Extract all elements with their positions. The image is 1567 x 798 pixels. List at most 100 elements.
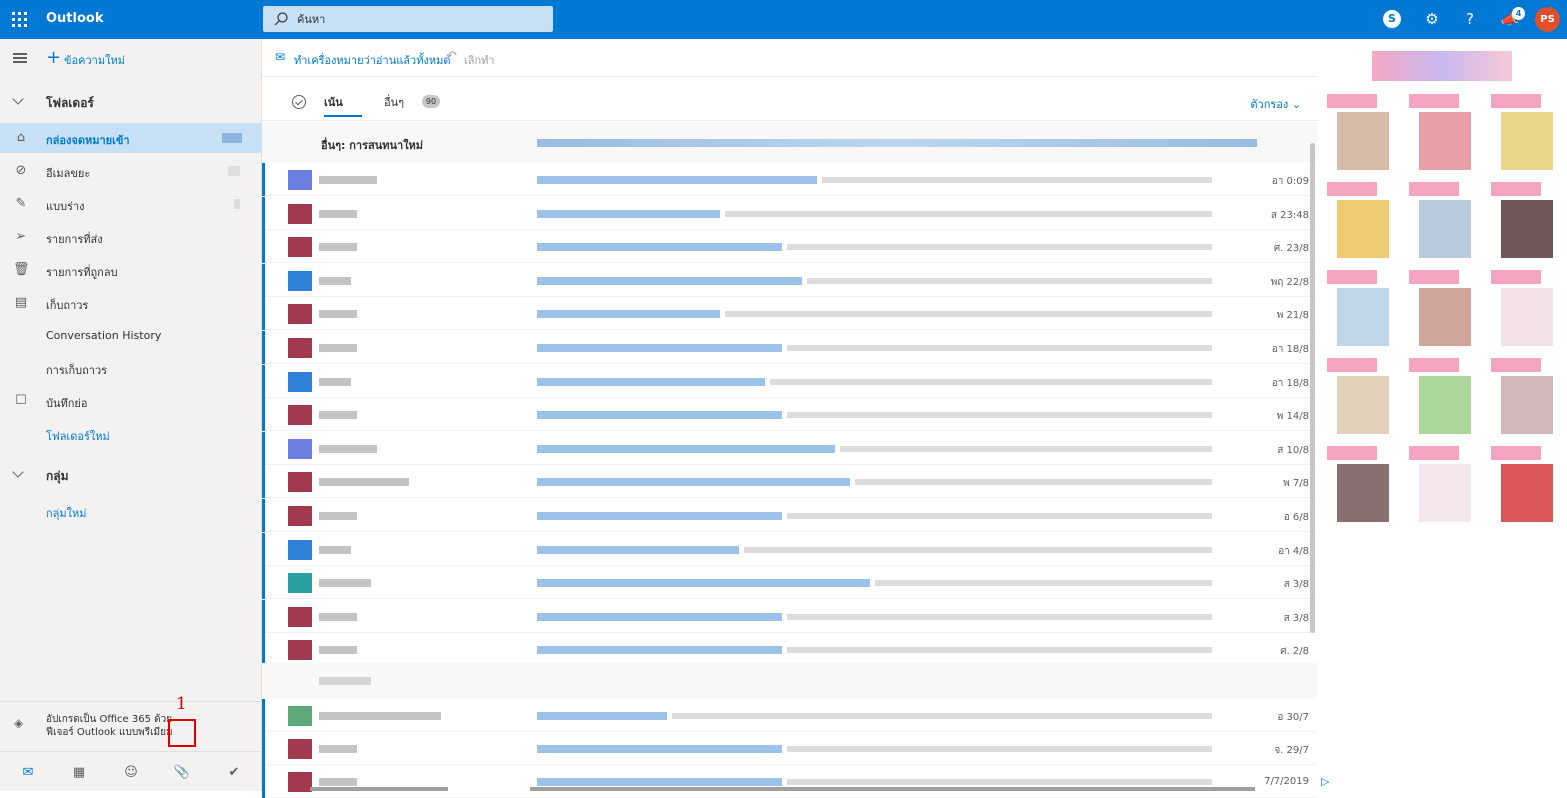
other-new-conversations-row[interactable]: อื่นๆ: การสนทนาใหม่ (262, 122, 1317, 162)
unread-indicator (262, 364, 265, 398)
ad-product-tile[interactable] (1491, 270, 1561, 350)
skype-icon[interactable]: S (1383, 10, 1401, 28)
horizontal-scrollbar[interactable] (530, 787, 1255, 791)
filter-dropdown[interactable]: ตัวกรอง ⌄ (1250, 95, 1301, 113)
sidebar-item-conversation-history[interactable]: Conversation History (0, 321, 262, 351)
message-row[interactable]: ศ. 23/8 (262, 230, 1317, 264)
search-input[interactable] (297, 10, 537, 28)
ad-product-tile[interactable] (1409, 358, 1479, 438)
ad-product-tile[interactable] (1491, 358, 1561, 438)
ad-product-image (1501, 464, 1553, 522)
sidebar-item-deleted[interactable]: 🗑 รายการที่ถูกลบ (0, 255, 262, 285)
upgrade-promo[interactable]: ◈ อัปเกรดเป็น Office 365 ด้วย ฟีเจอร์ Ou… (0, 701, 262, 751)
ad-product-image (1501, 112, 1553, 170)
unread-indicator (262, 566, 265, 600)
message-row[interactable]: อา 18/8 (262, 331, 1317, 364)
ad-product-tile[interactable] (1491, 182, 1561, 262)
ad-product-tile[interactable] (1409, 270, 1479, 350)
sidebar-item-junk[interactable]: ⊘ อีเมลขยะ (0, 156, 262, 186)
blurred-preview (875, 580, 1212, 587)
sidebar-item-drafts[interactable]: ✎ แบบร่าง (0, 189, 262, 219)
avatar[interactable]: PS (1535, 7, 1560, 32)
tab-focused[interactable]: เน้น (324, 93, 343, 111)
ad-product-tile[interactable] (1409, 182, 1479, 262)
plus-icon[interactable]: + (46, 47, 61, 68)
new-message-button[interactable]: ข้อความใหม่ (64, 51, 125, 69)
mail-icon[interactable]: ✉ (19, 764, 37, 782)
undo-button[interactable]: เลิกทำ (464, 51, 495, 69)
blurred-group-label (319, 677, 371, 685)
sidebar-item-label: การเก็บถาวร (46, 364, 108, 377)
message-row[interactable]: อ 30/7 (262, 699, 1317, 732)
message-row[interactable]: อ 6/8 (262, 499, 1317, 532)
groups-header[interactable]: กลุ่ม (0, 459, 262, 489)
blurred-subject (537, 545, 739, 554)
blurred-subject (537, 712, 667, 720)
message-date: พ 14/8 (1276, 411, 1309, 423)
message-row[interactable]: พ 7/8 (262, 465, 1317, 499)
message-row[interactable]: พ 21/8 (262, 297, 1317, 331)
message-row[interactable]: ส 3/8 (262, 566, 1317, 600)
unread-indicator (262, 532, 265, 566)
sidebar-item-notes[interactable]: ☐ บันทึกย่อ (0, 386, 262, 416)
message-row[interactable]: 7/7/2019 (262, 765, 1317, 798)
calendar-icon[interactable]: ▦ (70, 764, 88, 782)
folders-header[interactable]: โฟลเดอร์ (0, 86, 262, 116)
message-row[interactable]: ส 23:48 (262, 196, 1317, 230)
ad-product-tile[interactable] (1327, 446, 1397, 526)
app-launcher-icon[interactable] (12, 12, 27, 27)
sidebar-item-archiving[interactable]: การเก็บถาวร (0, 353, 262, 383)
message-row[interactable]: ศ. 2/8 (262, 633, 1317, 667)
message-row[interactable]: อา 4/8 (262, 532, 1317, 566)
sidebar-item-archive[interactable]: ▤ เก็บถาวร (0, 288, 262, 318)
sender-avatar (288, 539, 312, 560)
new-folder-link[interactable]: โฟลเดอร์ใหม่ (0, 419, 262, 449)
other-header-label: อื่นๆ: การสนทนาใหม่ (321, 139, 424, 152)
ad-price-tag (1409, 358, 1459, 372)
message-row[interactable]: พฤ 22/8 (262, 263, 1317, 297)
ad-price-tag (1327, 182, 1377, 196)
message-row[interactable]: อา 18/8 (262, 364, 1317, 398)
message-date: อา 4/8 (1278, 545, 1309, 557)
help-icon[interactable]: ? (1460, 9, 1480, 29)
sidebar-item-sent[interactable]: ➢ รายการที่ส่ง (0, 222, 262, 252)
settings-gear-icon[interactable]: ⚙ (1422, 9, 1442, 29)
mark-all-read-button[interactable]: ทำเครื่องหมายว่าอ่านแล้วทั้งหมด (294, 51, 451, 69)
advertisement-panel[interactable] (1322, 39, 1567, 791)
sidebar-item-inbox[interactable]: ⌂ กล่องจดหมายเข้า (0, 123, 262, 153)
people-icon[interactable]: ☺ (122, 764, 140, 782)
message-row[interactable]: ส 10/8 (262, 431, 1317, 465)
ad-product-tile[interactable] (1491, 446, 1561, 526)
ad-product-tile[interactable] (1327, 94, 1397, 174)
todo-check-icon[interactable]: ✔ (225, 764, 243, 782)
message-row[interactable]: จ. 29/7 (262, 732, 1317, 765)
message-row[interactable]: พ 14/8 (262, 398, 1317, 432)
folders-header-label: โฟลเดอร์ (46, 96, 94, 110)
blurred-subject (537, 176, 817, 184)
ad-price-tag (1409, 182, 1459, 196)
horizontal-scrollbar[interactable] (310, 787, 448, 791)
count-badge (228, 166, 240, 176)
message-date: พ 7/8 (1283, 478, 1309, 490)
adchoices-icon[interactable]: ▷ (1321, 775, 1329, 788)
ad-product-tile[interactable] (1409, 94, 1479, 174)
ad-price-tag (1327, 270, 1377, 284)
app-title[interactable]: Outlook (46, 11, 103, 26)
inbox-pivots: เน้น อื่นๆ 90 ตัวกรอง ⌄ (262, 77, 1317, 121)
ad-price-tag (1327, 358, 1377, 372)
select-all-icon[interactable] (292, 95, 306, 109)
vertical-scrollbar[interactable] (1310, 143, 1315, 633)
ad-product-tile[interactable] (1327, 270, 1397, 350)
tab-other[interactable]: อื่นๆ (384, 93, 404, 111)
ad-product-tile[interactable] (1327, 182, 1397, 262)
search-box[interactable] (263, 6, 553, 32)
message-row[interactable]: อา 0:09 (262, 163, 1317, 196)
hamburger-menu-icon[interactable] (13, 53, 27, 63)
ad-product-tile[interactable] (1491, 94, 1561, 174)
message-row[interactable]: ส 3/8 (262, 599, 1317, 633)
paperclip-icon[interactable]: 📎 (173, 764, 191, 782)
ad-product-tile[interactable] (1409, 446, 1479, 526)
blurred-subject (537, 344, 782, 352)
ad-product-tile[interactable] (1327, 358, 1397, 438)
new-group-link[interactable]: กลุ่มใหม่ (0, 496, 262, 526)
